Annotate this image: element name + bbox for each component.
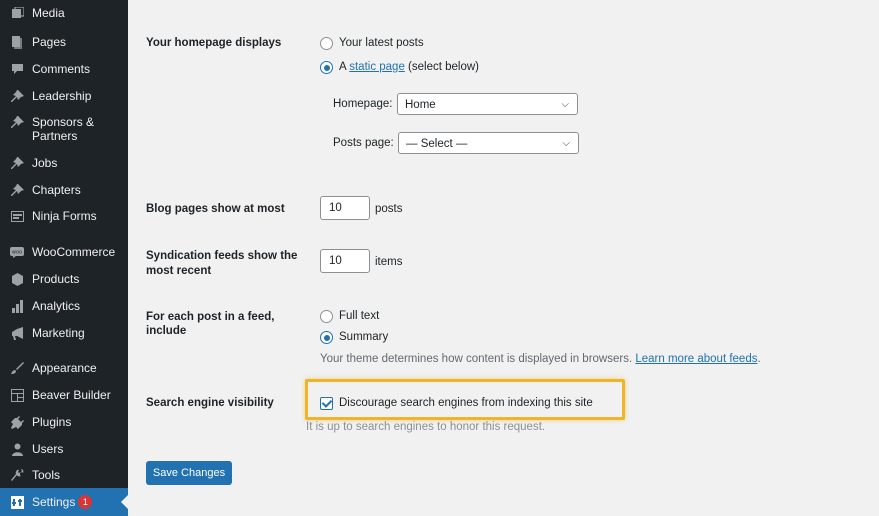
sidebar-item-settings[interactable]: Settings 1 — [0, 488, 128, 516]
posts-page-select-value: — Select — — [406, 138, 468, 150]
static-page-radio[interactable] — [320, 61, 333, 74]
sidebar-item-leadership[interactable]: Leadership — [0, 88, 128, 104]
full-text-radio[interactable] — [320, 310, 333, 323]
learn-more-feeds-link[interactable]: Learn more about feeds — [635, 353, 757, 365]
feed-description-text: Your theme determines how content is dis… — [320, 353, 636, 365]
sidebar-item-settings-label: Settings 1 — [32, 495, 93, 509]
sidebar-item-label: Marketing — [32, 326, 85, 340]
syndication-label-line2: most recent — [146, 265, 212, 277]
sidebar-item-marketing[interactable]: Marketing — [0, 325, 128, 341]
feed-description-end: . — [757, 353, 761, 365]
sidebar-item-users[interactable]: Users — [0, 441, 128, 457]
sidebar-item-woocommerce[interactable]: woo WooCommerce — [0, 244, 128, 260]
admin-sidebar: Media Pages Comments Leadership Sponsors… — [0, 0, 128, 516]
sidebar-item-label: Ninja Forms — [32, 209, 97, 223]
sidebar-item-comments[interactable]: Comments — [0, 61, 128, 77]
appearance-icon — [10, 361, 24, 375]
analytics-icon — [10, 299, 24, 313]
feed-description: Your theme determines how content is dis… — [320, 352, 761, 367]
static-page-label[interactable]: A static page (select below) — [339, 60, 479, 75]
full-text-label[interactable]: Full text — [339, 309, 379, 324]
builder-icon — [10, 388, 24, 402]
pages-icon — [10, 35, 24, 49]
discourage-search-label[interactable]: Discourage search engines from indexing … — [339, 396, 593, 411]
woo-icon: woo — [10, 245, 24, 259]
sidebar-item-label: Products — [32, 272, 80, 286]
search-visibility-label: Search engine visibility — [146, 397, 274, 409]
active-menu-arrow — [121, 495, 128, 509]
sidebar-item-pages[interactable]: Pages — [0, 34, 128, 50]
search-visibility-description: It is up to search engines to honor this… — [306, 421, 546, 433]
blog-pages-label: Blog pages show at most — [146, 203, 285, 215]
feed-items-input[interactable]: 10 — [320, 249, 370, 273]
chevron-down-icon: ⌵ — [562, 138, 570, 149]
sidebar-item-label: Media — [32, 6, 65, 20]
sidebar-item-beaver-builder[interactable]: Beaver Builder — [0, 387, 128, 403]
sidebar-item-tools[interactable]: Tools — [0, 467, 128, 483]
sidebar-item-media[interactable]: Media — [0, 4, 128, 22]
sidebar-item-label-line2: Partners — [32, 129, 78, 143]
save-changes-button[interactable]: Save Changes — [146, 461, 232, 485]
sidebar-item-label: Sponsors & — [32, 115, 95, 129]
sidebar-item-jobs[interactable]: Jobs — [0, 155, 128, 171]
sidebar-item-sponsors[interactable]: Sponsors & Partners — [0, 114, 128, 146]
products-icon — [10, 272, 24, 286]
sidebar-item-ninja-forms[interactable]: Ninja Forms — [0, 208, 128, 224]
pin-icon — [10, 89, 24, 103]
latest-posts-radio[interactable] — [320, 37, 333, 50]
homepage-select[interactable]: Home ⌵ — [397, 93, 578, 115]
pin-icon — [10, 156, 24, 170]
sidebar-item-label: WooCommerce — [32, 245, 116, 259]
sidebar-item-label: Comments — [32, 62, 91, 76]
summary-radio[interactable] — [320, 331, 333, 344]
settings-icon — [10, 495, 24, 509]
plugins-icon — [10, 415, 24, 429]
sidebar-item-plugins[interactable]: Plugins — [0, 414, 128, 430]
reading-settings-form: Your homepage displays Your latest posts… — [128, 0, 879, 516]
users-icon — [10, 442, 24, 456]
sidebar-item-products[interactable]: Products — [0, 271, 128, 287]
sidebar-item-label: Analytics — [32, 299, 81, 313]
svg-text:woo: woo — [12, 249, 22, 255]
forms-icon — [10, 209, 24, 223]
items-unit-label: items — [375, 256, 403, 268]
sidebar-item-label: Beaver Builder — [32, 388, 111, 402]
sidebar-item-label: Chapters — [32, 183, 81, 197]
marketing-icon — [10, 326, 24, 340]
feed-include-label-line1: For each post in a feed, — [146, 311, 275, 323]
posts-per-page-input[interactable]: 10 — [320, 196, 370, 220]
sidebar-item-label: Users — [32, 442, 64, 456]
latest-posts-label[interactable]: Your latest posts — [339, 36, 424, 51]
sidebar-item-label: Pages — [32, 35, 67, 49]
sidebar-item-chapters[interactable]: Chapters — [0, 182, 128, 198]
static-page-link[interactable]: static page — [349, 61, 405, 73]
posts-page-select[interactable]: — Select — ⌵ — [398, 132, 579, 154]
posts-unit-label: posts — [375, 203, 403, 215]
homepage-select-label: Homepage: — [333, 98, 393, 110]
pin-icon — [10, 115, 24, 129]
homepage-displays-label: Your homepage displays — [146, 37, 282, 49]
summary-label[interactable]: Summary — [339, 330, 388, 345]
sidebar-item-appearance[interactable]: Appearance — [0, 360, 128, 376]
feed-include-label-line2: include — [146, 325, 187, 337]
syndication-label-line1: Syndication feeds show the — [146, 250, 298, 262]
discourage-search-checkbox[interactable] — [320, 397, 333, 410]
sidebar-item-label: Plugins — [32, 415, 72, 429]
static-page-prefix: A — [339, 61, 350, 73]
tools-icon — [10, 468, 24, 482]
homepage-select-value: Home — [405, 99, 436, 111]
static-page-suffix: (select below) — [404, 61, 479, 73]
sidebar-item-label: Tools — [32, 468, 61, 482]
sidebar-item-label: Settings — [32, 495, 76, 509]
update-count-badge: 1 — [78, 495, 93, 509]
posts-page-select-label: Posts page: — [333, 137, 394, 149]
sidebar-item-analytics[interactable]: Analytics — [0, 298, 128, 314]
media-icon — [10, 6, 24, 20]
sidebar-item-label: Jobs — [32, 156, 58, 170]
comments-icon — [10, 62, 24, 76]
sidebar-item-label: Appearance — [32, 361, 97, 375]
sidebar-item-label: Leadership — [32, 89, 92, 103]
chevron-down-icon: ⌵ — [561, 99, 569, 110]
pin-icon — [10, 183, 24, 197]
